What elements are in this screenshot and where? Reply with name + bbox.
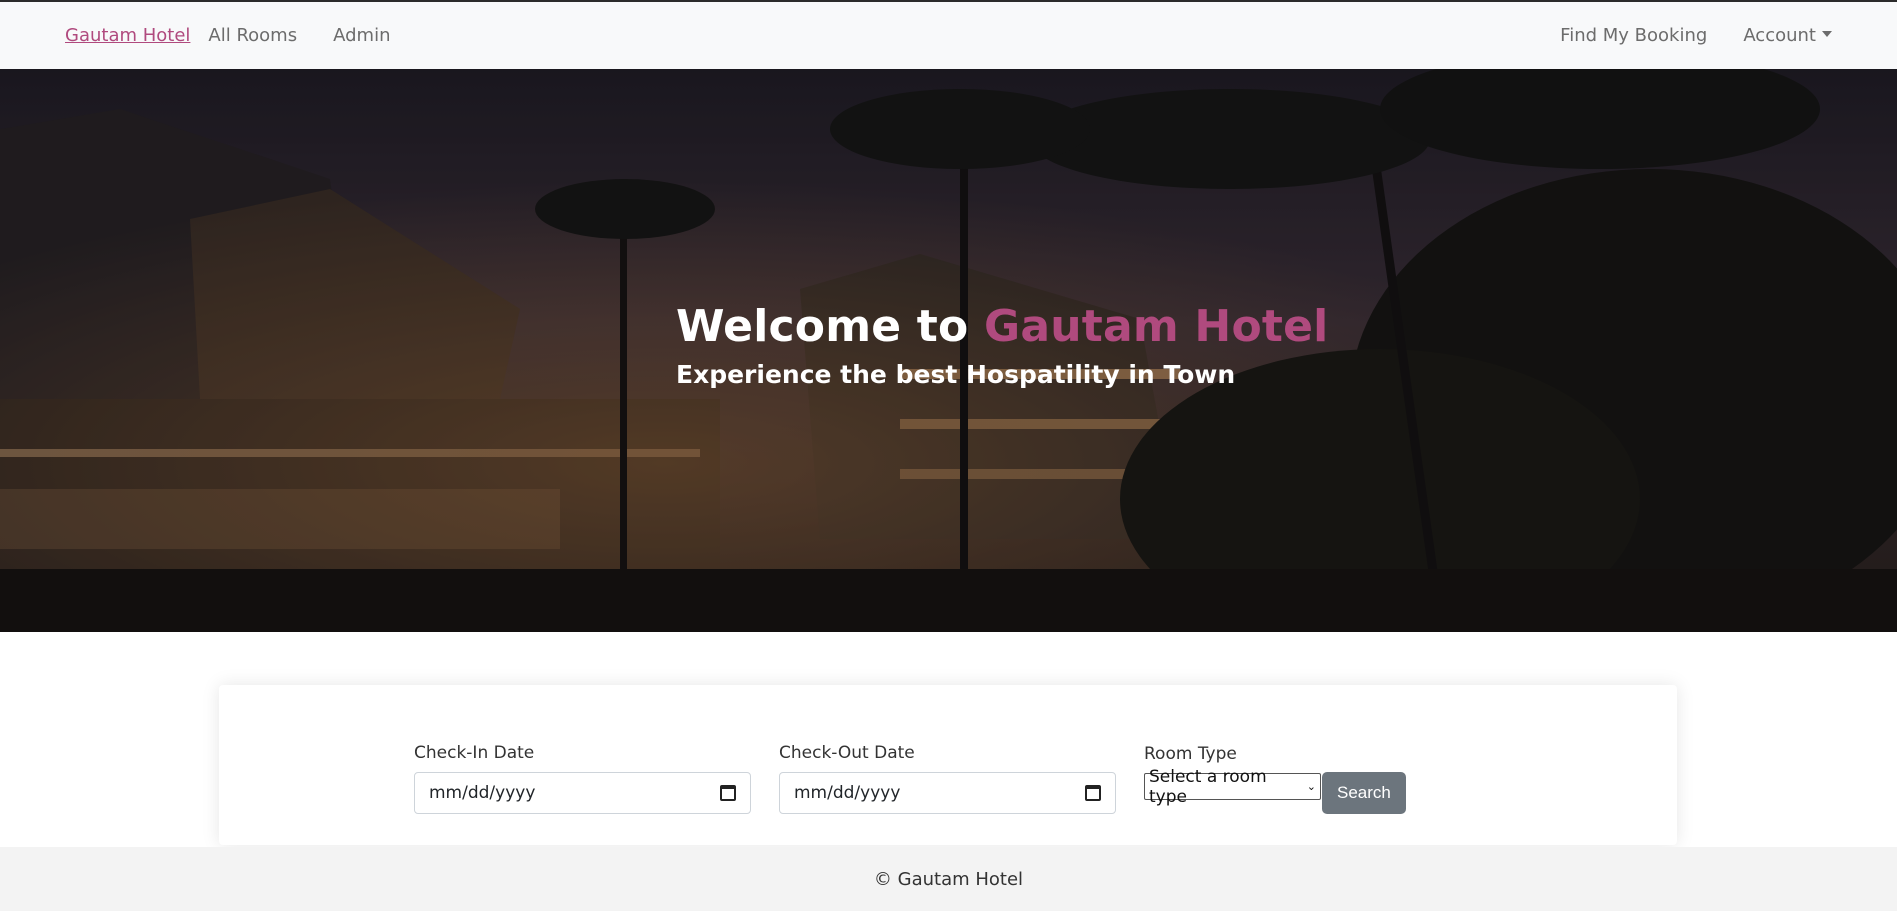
calendar-icon[interactable] <box>720 785 736 801</box>
checkout-label: Check-Out Date <box>779 743 915 763</box>
roomtype-label: Room Type <box>1144 744 1237 764</box>
roomtype-selected-value: Select a room type <box>1149 766 1267 807</box>
hero-banner: Welcome to Gautam Hotel Experience the b… <box>0 69 1897 632</box>
account-label: Account <box>1743 25 1816 46</box>
navbar-right: Find My Booking Account <box>1524 25 1832 46</box>
hero-text: Welcome to Gautam Hotel Experience the b… <box>676 301 1328 389</box>
footer: © Gautam Hotel <box>0 847 1897 911</box>
checkin-label: Check-In Date <box>414 743 535 763</box>
checkout-date-input[interactable]: mm/dd/yyyy <box>779 772 1116 814</box>
navbar: Gautam Hotel All Rooms Admin Find My Boo… <box>0 2 1897 69</box>
hero-title-accent: Gautam Hotel <box>984 301 1329 352</box>
checkout-placeholder: mm/dd/yyyy <box>794 783 901 803</box>
chevron-down-icon: ⌄ <box>1306 780 1316 793</box>
nav-find-my-booking[interactable]: Find My Booking <box>1560 25 1707 46</box>
booking-search-card: Check-In Date mm/dd/yyyy Check-Out Date … <box>219 685 1677 845</box>
roomtype-select[interactable]: Select a room type ⌄ <box>1144 767 1321 807</box>
booking-form: Check-In Date mm/dd/yyyy Check-Out Date … <box>414 743 1406 814</box>
nav-account-dropdown[interactable]: Account <box>1743 25 1832 46</box>
brand-link[interactable]: Gautam Hotel <box>65 25 190 46</box>
calendar-icon[interactable] <box>1085 785 1101 801</box>
caret-down-icon <box>1822 31 1832 37</box>
search-button[interactable]: Search <box>1322 772 1406 814</box>
nav-admin[interactable]: Admin <box>333 25 390 46</box>
checkout-field: Check-Out Date mm/dd/yyyy <box>779 743 1116 814</box>
checkin-date-input[interactable]: mm/dd/yyyy <box>414 772 751 814</box>
nav-all-rooms[interactable]: All Rooms <box>208 25 297 46</box>
hero-title: Welcome to Gautam Hotel <box>676 301 1328 352</box>
checkin-field: Check-In Date mm/dd/yyyy <box>414 743 751 814</box>
hero-subtitle: Experience the best Hospatility in Town <box>676 360 1236 389</box>
roomtype-field: Room Type Select a room type ⌄ <box>1144 744 1321 814</box>
footer-copyright: © Gautam Hotel <box>873 868 1024 890</box>
hero-title-prefix: Welcome to <box>676 301 984 352</box>
checkin-placeholder: mm/dd/yyyy <box>429 783 536 803</box>
